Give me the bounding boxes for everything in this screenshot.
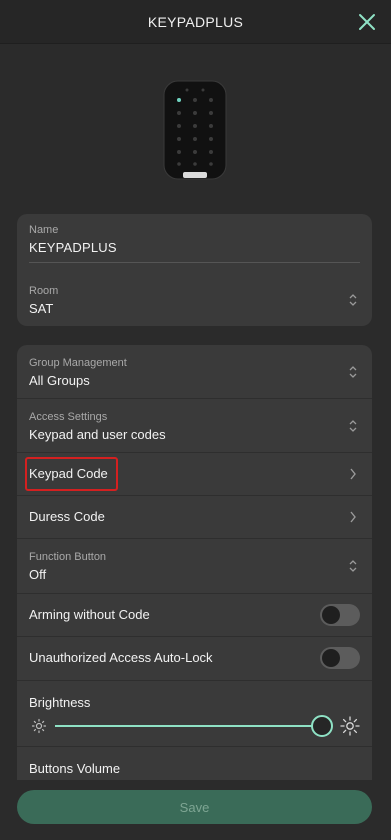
device-info-card: Name KEYPADPLUS Room SAT — [17, 214, 372, 326]
auto-lock-toggle[interactable] — [320, 647, 360, 669]
access-settings-label: Access Settings — [29, 410, 108, 423]
group-management-select[interactable]: Group Management All Groups — [17, 351, 372, 393]
brightness-slider-track[interactable] — [55, 725, 323, 727]
duress-code-row[interactable]: Duress Code — [17, 496, 372, 538]
keypad-code-highlight — [25, 457, 118, 491]
chevron-up-down-icon — [349, 366, 357, 378]
access-settings-select[interactable]: Access Settings Keypad and user codes — [17, 405, 372, 447]
function-button-value: Off — [29, 566, 47, 582]
brightness-slider-thumb[interactable] — [311, 715, 333, 737]
save-button[interactable]: Save — [17, 790, 372, 824]
divider — [17, 538, 372, 539]
toggle-knob — [322, 649, 340, 667]
chevron-right-icon — [350, 511, 356, 523]
duress-code-label: Duress Code — [29, 509, 105, 524]
chevron-up-down-icon — [349, 294, 357, 306]
buttons-volume-label: Buttons Volume — [29, 761, 121, 776]
page-title: KEYPADPLUS — [147, 13, 244, 30]
device-image — [163, 80, 227, 180]
auto-lock-row: Unauthorized Access Auto-Lock — [17, 637, 372, 679]
brightness-label: Brightness — [29, 695, 91, 710]
chevron-right-icon — [350, 468, 356, 480]
arming-without-code-toggle[interactable] — [320, 604, 360, 626]
brightness-block: Brightness — [17, 681, 372, 746]
room-select[interactable]: Room SAT — [17, 280, 372, 320]
chevron-up-down-icon — [349, 420, 357, 432]
name-field[interactable]: Name KEYPADPLUS — [29, 224, 360, 255]
group-management-value: All Groups — [29, 372, 90, 388]
name-underline — [29, 262, 360, 263]
footer: Save — [0, 780, 391, 840]
auto-lock-label: Unauthorized Access Auto-Lock — [29, 650, 213, 665]
divider — [17, 398, 372, 399]
close-icon — [359, 14, 375, 30]
chevron-up-down-icon — [349, 560, 357, 572]
function-button-select[interactable]: Function Button Off — [17, 545, 372, 587]
arming-without-code-row: Arming without Code — [17, 594, 372, 636]
group-management-label: Group Management — [29, 356, 127, 369]
close-button[interactable] — [355, 10, 379, 34]
access-settings-value: Keypad and user codes — [29, 426, 166, 442]
name-label: Name — [29, 224, 59, 236]
room-value: SAT — [29, 300, 54, 316]
function-button-label: Function Button — [29, 550, 107, 563]
toggle-knob — [322, 606, 340, 624]
settings-card: Group Management All Groups Access Setti… — [17, 345, 372, 795]
arming-without-code-label: Arming without Code — [29, 607, 150, 622]
top-bar: KEYPADPLUS — [0, 0, 391, 44]
name-value[interactable]: KEYPADPLUS — [29, 240, 360, 255]
brightness-low-icon — [31, 718, 47, 734]
brightness-high-icon — [340, 716, 360, 736]
room-label: Room — [29, 284, 59, 297]
